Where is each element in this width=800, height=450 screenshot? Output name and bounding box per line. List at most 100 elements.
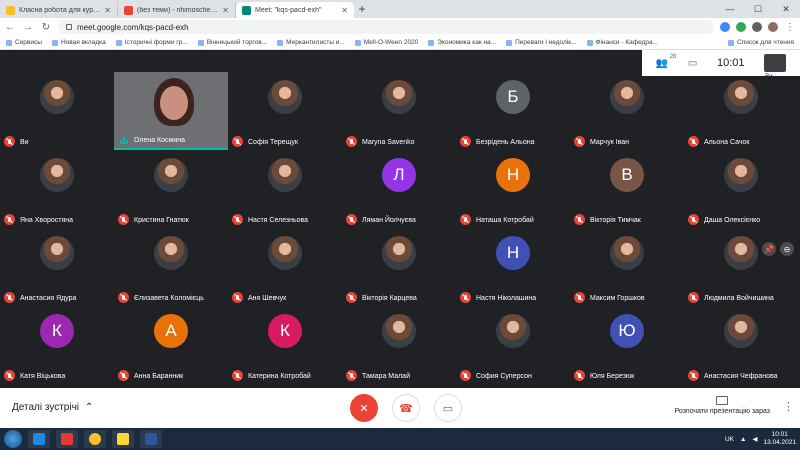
participant-name: София Суперсон [476, 373, 532, 380]
pin-icon[interactable]: 📌 [762, 242, 776, 256]
chat-icon[interactable]: ▭ [688, 58, 697, 69]
volume-icon[interactable]: ◀ [752, 435, 757, 443]
mic-off-icon [574, 292, 585, 303]
participant-tile[interactable]: Даша Олексієнко [684, 150, 798, 228]
tab-gmail[interactable]: (без теми) - nhimoschenkom@g ✕ [118, 2, 236, 18]
participant-name: Яна Хворостяна [20, 217, 74, 224]
avatar [268, 236, 302, 270]
avatar [40, 80, 74, 114]
taskbar-app[interactable] [140, 430, 162, 448]
avatar [382, 236, 416, 270]
participant-tile[interactable]: Вікторія Карцева [342, 228, 456, 306]
participant-tile[interactable]: Анастасия Чефранова [684, 306, 798, 384]
participant-tile[interactable]: Настя Селезньова [228, 150, 342, 228]
self-preview[interactable]: Ви [764, 54, 787, 80]
tab-meet[interactable]: Meet: "kqs-pacd-exh" ✕ [236, 2, 354, 18]
participant-tile-video[interactable]: Олена Космина [114, 72, 228, 150]
bookmark-label: Вінницький торгов... [206, 39, 268, 46]
taskbar-app[interactable] [56, 430, 78, 448]
taskbar-app[interactable] [84, 430, 106, 448]
puzzle-icon[interactable] [752, 22, 762, 32]
bookmark-icon [197, 39, 204, 46]
participant-tile[interactable]: К Катя Віцькова [0, 306, 114, 384]
avatar [382, 80, 416, 114]
bookmark-label: Экономика как на... [437, 39, 497, 46]
bookmark-item[interactable]: Экономика как на... [428, 39, 496, 46]
close-icon[interactable]: ✕ [222, 6, 229, 15]
participant-tile[interactable]: Maryna Savenko [342, 72, 456, 150]
mic-off-icon [232, 214, 243, 225]
forward-icon[interactable]: → [22, 22, 34, 33]
tab-classroom[interactable]: Класна робота для курсу "Бані" ✕ [0, 2, 118, 18]
mic-off-icon [460, 370, 471, 381]
camera-button[interactable]: ▭ [434, 394, 462, 422]
clock[interactable]: 10:01 13.04.2021 [763, 431, 796, 447]
participant-tile[interactable]: Софія Терещук [228, 72, 342, 150]
remove-icon[interactable]: ⊖ [780, 242, 794, 256]
bookmark-item[interactable]: Меркантилисты и... [277, 39, 345, 46]
start-button[interactable] [4, 430, 22, 448]
participant-tile[interactable]: Яна Хворостяна [0, 150, 114, 228]
call-controls: ✕ ☎ ▭ [350, 394, 462, 422]
participant-tile[interactable]: Ви [0, 72, 114, 150]
close-window-icon[interactable]: ✕ [772, 0, 800, 18]
participant-tile[interactable]: Л Ляман Йолчуєва [342, 150, 456, 228]
participant-tile[interactable]: Єлизавета Коломієць [114, 228, 228, 306]
participant-tile[interactable]: Анастасия Ядура [0, 228, 114, 306]
participant-tile[interactable]: Максим Горшков [570, 228, 684, 306]
participant-name: Катя Віцькова [20, 373, 66, 380]
participant-tile[interactable]: Тамара Малай [342, 306, 456, 384]
bookmark-item[interactable]: Історичні форми гр... [115, 39, 188, 46]
participant-tile[interactable]: Н Наташа Котробай [456, 150, 570, 228]
hang-up-button[interactable]: ☎ [392, 394, 420, 422]
menu-icon[interactable]: ⋮ [784, 22, 796, 33]
bookmark-item[interactable]: Фінанси - Кафедра... [586, 39, 658, 46]
taskbar-app[interactable] [112, 430, 134, 448]
more-options-icon[interactable]: ⋮ [783, 400, 794, 413]
mic-off-button[interactable]: ✕ [350, 394, 378, 422]
participant-name: Безрідень Альона [476, 139, 535, 146]
profile-avatar[interactable] [768, 22, 778, 32]
meeting-details-label: Деталі зустрічі [12, 402, 80, 413]
participant-tile[interactable]: Ю Юля Березюк [570, 306, 684, 384]
mic-off-icon [574, 136, 585, 147]
language-indicator[interactable]: UK [725, 436, 734, 443]
url-field[interactable]: meet.google.com/kqs-pacd-exh [58, 20, 714, 34]
back-icon[interactable]: ← [4, 22, 16, 33]
participant-tile[interactable]: Альона Сачок [684, 72, 798, 150]
bookmark-item[interactable]: Новая вкладка [51, 39, 106, 46]
participant-tile[interactable]: Н Настя Ніколашина [456, 228, 570, 306]
participant-tile[interactable]: Кристина Гнатюк [114, 150, 228, 228]
extension-icon[interactable] [720, 22, 730, 32]
bookmark-item[interactable]: Переваги і недолік... [506, 39, 577, 46]
mic-off-icon [4, 214, 15, 225]
reading-list[interactable]: Список для чтения [728, 39, 794, 46]
participant-tile[interactable]: Б Безрідень Альона [456, 72, 570, 150]
extension-icon[interactable] [736, 22, 746, 32]
participant-tile[interactable]: 📌 ⊖ Людмила Войчишина [684, 228, 798, 306]
close-icon[interactable]: ✕ [104, 6, 111, 15]
taskbar-app[interactable] [28, 430, 50, 448]
minimize-icon[interactable]: — [716, 0, 744, 18]
people-button[interactable]: 👥 28 [656, 54, 676, 69]
reload-icon[interactable]: ↻ [40, 22, 52, 33]
new-tab-button[interactable]: + [354, 2, 370, 16]
bookmark-item[interactable]: Mell-O-Ween 2020 [354, 39, 418, 46]
meeting-details-button[interactable]: Деталі зустрічі ⌃ [12, 402, 93, 413]
participant-tile[interactable]: София Суперсон [456, 306, 570, 384]
network-icon[interactable]: ▲ [740, 436, 746, 443]
system-tray: UK ▲ ◀ 10:01 13.04.2021 [725, 431, 796, 447]
avatar: Б [496, 80, 530, 114]
participant-tile[interactable]: К Катерина Котробай [228, 306, 342, 384]
bookmark-item[interactable]: Вінницький торгов... [197, 39, 268, 46]
present-now-button[interactable]: Розпочати презентацію зараз [675, 396, 770, 415]
bookmark-item[interactable]: Сервисы [6, 39, 42, 46]
close-icon[interactable]: ✕ [341, 6, 348, 15]
participant-tile[interactable]: Аня Шевчук [228, 228, 342, 306]
maximize-icon[interactable]: ☐ [744, 0, 772, 18]
window-controls: — ☐ ✕ [716, 0, 800, 18]
avatar [724, 236, 758, 270]
participant-tile[interactable]: Марчук Іван [570, 72, 684, 150]
participant-tile[interactable]: В Вікторія Тимчак [570, 150, 684, 228]
participant-tile[interactable]: А Анна Баранник [114, 306, 228, 384]
